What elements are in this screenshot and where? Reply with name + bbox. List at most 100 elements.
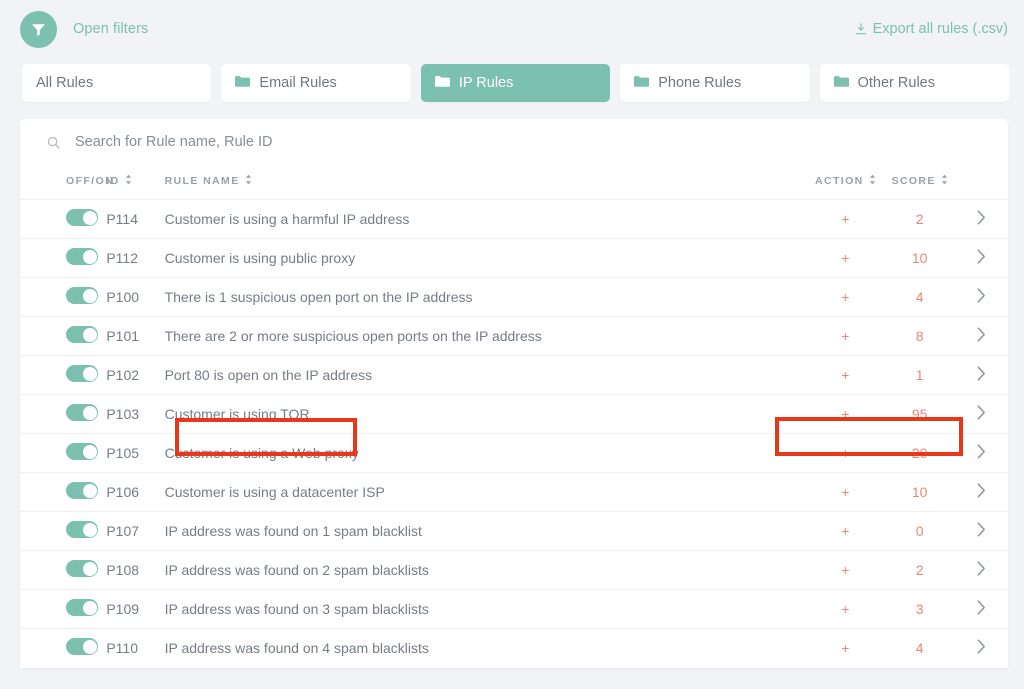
tab-label: IP Rules: [458, 75, 514, 91]
rule-action-cell[interactable]: +: [807, 434, 883, 473]
tab-label: Phone Rules: [658, 75, 742, 91]
tab-ip-rules[interactable]: IP Rules: [420, 64, 611, 102]
rule-action-cell[interactable]: +: [807, 317, 883, 356]
rule-action-cell[interactable]: +: [807, 356, 883, 395]
rule-id-cell: P103: [106, 406, 140, 422]
rule-detail-cell[interactable]: [956, 356, 1008, 395]
rule-toggle-switch[interactable]: [66, 560, 98, 577]
rule-enabled-cell: [20, 551, 106, 590]
chevron-right-icon[interactable]: [977, 366, 986, 381]
rule-name-cell: Customer is using a datacenter ISP: [164, 484, 385, 500]
table-row[interactable]: P100 There is 1 suspicious open port on t…: [20, 277, 1008, 317]
chevron-right-icon[interactable]: [977, 483, 986, 498]
chevron-right-icon[interactable]: [977, 522, 986, 537]
chevron-right-icon[interactable]: [977, 327, 986, 342]
chevron-right-icon[interactable]: [977, 288, 986, 303]
rule-detail-cell[interactable]: [956, 239, 1008, 278]
table-row[interactable]: P106 Customer is using a datacenter ISP +1…: [20, 472, 1008, 512]
rule-action-cell[interactable]: +: [807, 473, 883, 512]
column-header-id[interactable]: ID: [106, 165, 165, 200]
column-header-rule-name-label: RULE NAME: [164, 175, 240, 187]
rule-detail-cell[interactable]: [956, 317, 1008, 356]
rule-action-cell[interactable]: +: [807, 629, 883, 668]
tab-email-rules[interactable]: Email Rules: [221, 64, 411, 102]
rule-action-cell[interactable]: +: [807, 278, 883, 317]
rule-toggle-switch[interactable]: [66, 482, 98, 499]
table-row[interactable]: P114 Customer is using a harmful IP addre…: [20, 199, 1008, 239]
search-row: [20, 119, 1008, 165]
table-row[interactable]: P102 Port 80 is open on the IP address +1: [20, 355, 1008, 395]
rules-table-head: OFF/ON ID RULE NAME ACTION SCORE: [20, 165, 1008, 200]
rule-toggle-switch[interactable]: [66, 638, 98, 656]
column-header-toggle: OFF/ON: [20, 165, 113, 200]
rule-score-cell: 95: [911, 406, 928, 422]
table-row[interactable]: P107 IP address was found on 1 spam black…: [20, 511, 1008, 551]
open-filters-button[interactable]: [20, 10, 57, 48]
rule-toggle-switch[interactable]: [66, 599, 98, 616]
open-filters-label[interactable]: Open filters: [73, 21, 148, 37]
sort-arrows-icon[interactable]: [941, 174, 948, 188]
rule-toggle-switch[interactable]: [66, 248, 98, 265]
rule-action-cell[interactable]: +: [807, 590, 883, 629]
rule-toggle-switch[interactable]: [66, 365, 98, 382]
sort-arrows-icon[interactable]: [245, 174, 252, 188]
sort-arrows-icon[interactable]: [869, 174, 876, 188]
rule-toggle-switch[interactable]: [66, 521, 98, 538]
table-row[interactable]: P109 IP address was found on 3 spam black…: [20, 589, 1008, 629]
tab-phone-rules[interactable]: Phone Rules: [620, 64, 810, 102]
chevron-right-icon[interactable]: [977, 600, 986, 615]
rule-detail-cell[interactable]: [956, 473, 1008, 512]
rule-detail-cell[interactable]: [956, 629, 1008, 668]
rule-detail-cell[interactable]: [956, 512, 1008, 551]
rule-detail-cell[interactable]: [956, 395, 1008, 434]
rule-action-cell[interactable]: +: [807, 551, 883, 590]
rule-toggle-switch[interactable]: [66, 443, 98, 460]
rule-action-cell[interactable]: +: [807, 512, 883, 551]
rule-enabled-cell: [20, 590, 106, 629]
rule-toggle-switch[interactable]: [66, 287, 98, 304]
rule-enabled-cell: [20, 629, 106, 668]
rule-detail-cell[interactable]: [956, 590, 1008, 629]
export-all-rules-button[interactable]: Export all rules (.csv): [854, 21, 1012, 37]
rule-detail-cell[interactable]: [956, 278, 1008, 317]
chevron-right-icon[interactable]: [977, 405, 986, 420]
table-row[interactable]: P108 IP address was found on 2 spam black…: [20, 550, 1008, 590]
rule-id-cell: P114: [106, 211, 139, 227]
rule-score-cell: 0: [915, 523, 924, 539]
column-header-score-label: SCORE: [891, 175, 936, 187]
rule-toggle-switch[interactable]: [66, 404, 98, 421]
chevron-right-icon[interactable]: [977, 444, 986, 459]
rule-action-cell[interactable]: +: [807, 395, 883, 434]
column-header-rule-name[interactable]: RULE NAME: [164, 165, 808, 200]
column-header-action-label: ACTION: [814, 175, 864, 187]
chevron-right-icon[interactable]: [977, 249, 986, 264]
sort-arrows-icon[interactable]: [125, 174, 132, 188]
rule-detail-cell[interactable]: [956, 551, 1008, 590]
column-header-action[interactable]: ACTION: [807, 165, 884, 200]
rule-toggle-switch[interactable]: [66, 326, 98, 343]
rule-action-cell[interactable]: +: [807, 200, 883, 239]
table-row[interactable]: P112 Customer is using public proxy +10: [20, 238, 1008, 278]
download-icon: [854, 22, 868, 36]
rule-id-cell: P106: [106, 484, 140, 500]
table-row[interactable]: P105 Customer is using a Web proxy +20: [20, 433, 1008, 473]
tab-other-rules[interactable]: Other Rules: [819, 64, 1010, 102]
rule-detail-cell[interactable]: [956, 434, 1008, 473]
tab-label: All Rules: [36, 75, 94, 91]
tab-all-rules[interactable]: All Rules: [22, 64, 212, 102]
rule-action-cell[interactable]: +: [807, 239, 883, 278]
column-header-score[interactable]: SCORE: [883, 165, 956, 200]
rule-name-cell: IP address was found on 2 spam blacklist…: [164, 562, 429, 578]
table-row[interactable]: P110 IP address was found on 4 spam black…: [20, 628, 1008, 668]
column-header-detail: [955, 165, 1008, 200]
rule-detail-cell[interactable]: [956, 200, 1008, 239]
rule-toggle-switch[interactable]: [66, 209, 98, 226]
chevron-right-icon[interactable]: [977, 561, 986, 576]
table-row[interactable]: P101 There are 2 or more suspicious open …: [20, 316, 1008, 356]
folder-icon: [833, 75, 849, 92]
table-row[interactable]: P103 Customer is using TOR +95: [20, 394, 1008, 434]
search-input[interactable]: [75, 134, 990, 150]
chevron-right-icon[interactable]: [977, 639, 986, 654]
chevron-right-icon[interactable]: [977, 210, 986, 225]
top-bar: Open filters Export all rules (.csv): [0, 0, 1024, 58]
